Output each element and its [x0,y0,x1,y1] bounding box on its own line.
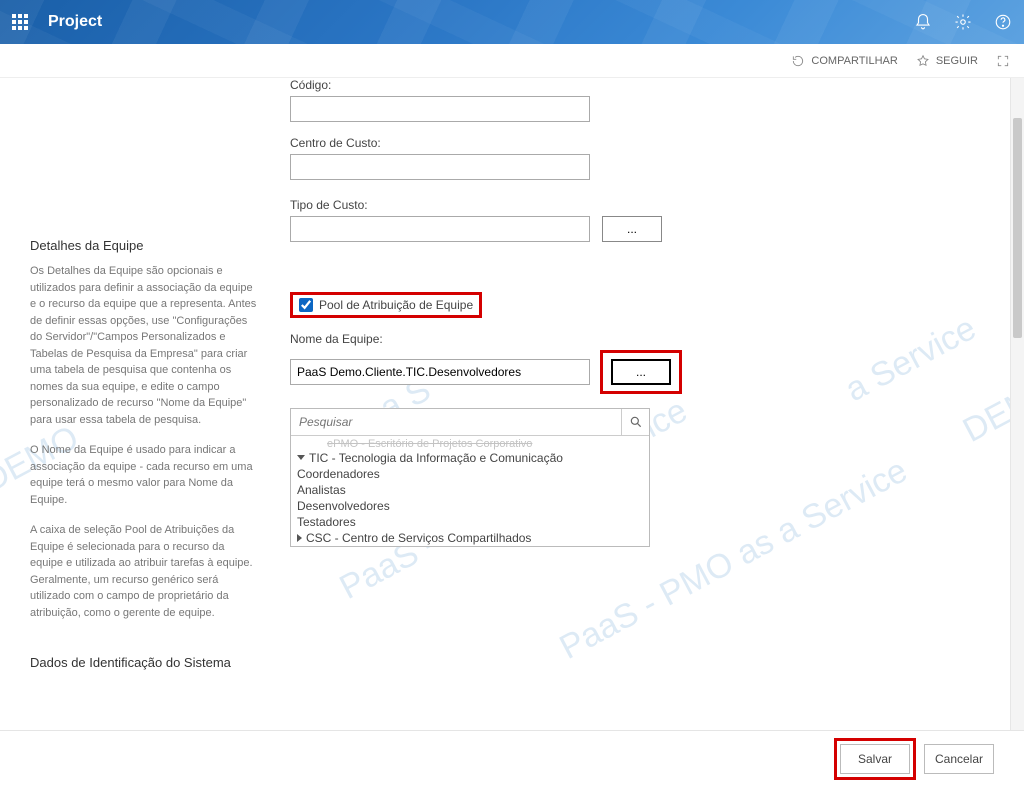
app-title: Project [48,13,102,31]
team-name-input[interactable] [290,359,590,385]
tree-label: Desenvolvedores [297,499,390,513]
main-content: Detalhes da Equipe Os Detalhes da Equipe… [0,78,1024,730]
tree-item[interactable]: Testadores [297,514,643,530]
help-icon[interactable] [994,13,1012,31]
app-header: Project [0,0,1024,44]
codigo-label: Código: [290,78,1004,92]
save-button[interactable]: Salvar [840,744,910,774]
tipo-custo-input[interactable] [290,216,590,242]
caret-right-icon [297,534,302,542]
centro-custo-label: Centro de Custo: [290,136,1004,150]
highlight-box-browse: ... [600,350,682,394]
tree-item-truncated: ePMO - Escritório de Projetos Corporativ… [297,438,643,450]
team-name-browse-button[interactable]: ... [611,359,671,385]
highlight-box-pool: Pool de Atribuição de Equipe [290,292,482,318]
tree-item[interactable]: Desenvolvedores [297,498,643,514]
left-column: Detalhes da Equipe Os Detalhes da Equipe… [30,78,280,730]
tree-label: Testadores [297,515,356,529]
pool-label: Pool de Atribuição de Equipe [319,298,473,312]
fullscreen-button[interactable] [996,54,1010,68]
tipo-custo-browse-button[interactable]: ... [602,216,662,242]
app-launcher-icon[interactable] [12,14,28,30]
codigo-input[interactable] [290,96,590,122]
tree-item[interactable]: CSC - Centro de Serviços Compartilhados [297,530,643,546]
tree-label: Coordenadores [297,467,380,481]
pool-row: Pool de Atribuição de Equipe [290,292,1004,318]
lookup-panel: ePMO - Escritório de Projetos Corporativ… [290,408,650,547]
footer: Salvar Cancelar [0,730,1024,786]
tipo-custo-label: Tipo de Custo: [290,198,1004,212]
tree-label: Analistas [297,483,346,497]
settings-gear-icon[interactable] [954,13,972,31]
team-name-row: Nome da Equipe: ... [290,332,1004,394]
team-desc-3: A caixa de seleção Pool de Atribuições d… [30,522,260,621]
tree-item[interactable]: Coordenadores [297,466,643,482]
tipo-custo-row: Tipo de Custo: ... [290,198,1004,242]
team-section-title: Detalhes da Equipe [30,238,260,253]
share-label: COMPARTILHAR [811,55,897,67]
tree-item[interactable]: Analistas [297,482,643,498]
tree-item[interactable]: TIC - Tecnologia da Informação e Comunic… [297,450,643,466]
share-icon [791,54,805,68]
cancel-button[interactable]: Cancelar [924,744,994,774]
lookup-search-row [291,409,649,436]
caret-down-icon [297,455,305,460]
team-desc-1: Os Detalhes da Equipe são opcionais e ut… [30,263,260,428]
share-button[interactable]: COMPARTILHAR [791,54,897,68]
search-icon [629,415,643,429]
tree-label: CSC - Centro de Serviços Compartilhados [306,531,531,545]
centro-custo-input[interactable] [290,154,590,180]
tree-label: TIC - Tecnologia da Informação e Comunic… [309,451,563,465]
lookup-search-input[interactable] [291,409,621,435]
star-icon [916,54,930,68]
centro-custo-row: Centro de Custo: [290,136,1004,180]
lookup-tree[interactable]: ePMO - Escritório de Projetos Corporativ… [291,436,649,546]
scrollbar-thumb[interactable] [1013,118,1022,338]
page-actions: COMPARTILHAR SEGUIR [0,44,1024,78]
fullscreen-icon [996,54,1010,68]
pool-checkbox[interactable] [299,298,313,312]
team-desc-2: O Nome da Equipe é usado para indicar a … [30,442,260,508]
follow-label: SEGUIR [936,55,978,67]
lookup-search-button[interactable] [621,409,649,435]
page-scrollbar[interactable] [1010,78,1024,730]
codigo-row: Código: [290,78,1004,122]
sysdata-section-title: Dados de Identificação do Sistema [30,655,260,670]
notifications-icon[interactable] [914,13,932,31]
team-name-label: Nome da Equipe: [290,332,1004,346]
follow-button[interactable]: SEGUIR [916,54,978,68]
right-column: Código: Centro de Custo: Tipo de Custo: … [280,78,1004,730]
